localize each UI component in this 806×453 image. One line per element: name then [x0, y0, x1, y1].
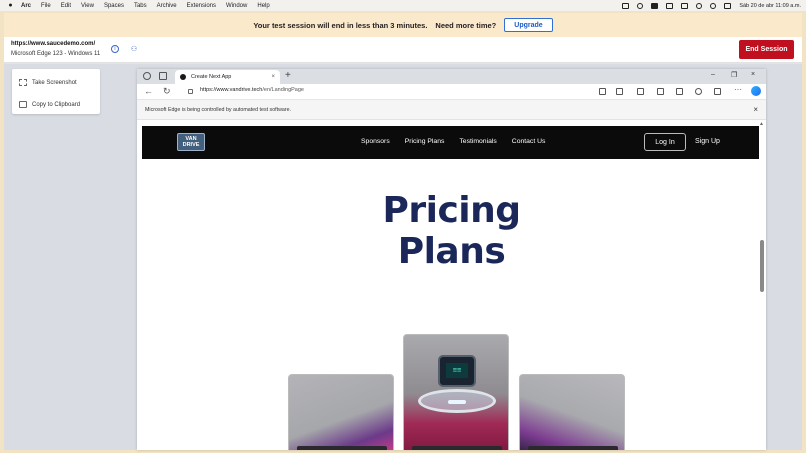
page-viewport: VAN DRIVE Sponsors Pricing Plans Testimo… [137, 120, 766, 450]
session-banner: Your test session will end in less than … [4, 13, 802, 37]
status-icon[interactable] [622, 2, 630, 9]
menu-tabs[interactable]: Tabs [134, 3, 147, 9]
profile-icon[interactable] [143, 72, 151, 80]
lock-icon[interactable] [188, 89, 193, 94]
tab-actions-icon[interactable] [159, 72, 167, 80]
menu-file[interactable]: File [41, 3, 51, 9]
banner-message: Your test session will end in less than … [253, 20, 428, 30]
device-screen: ≡≡ [446, 363, 468, 378]
session-url: https://www.saucedemo.com/ [11, 41, 96, 47]
copy-to-clipboard-button[interactable]: Copy to Clipboard [19, 101, 80, 108]
session-environment: Microsoft Edge 123 - Windows 11 [11, 51, 101, 57]
grid-icon[interactable] [666, 2, 674, 9]
menu-extensions[interactable]: Extensions [187, 3, 216, 9]
device-ring [418, 389, 496, 413]
nav-sponsors[interactable]: Sponsors [361, 138, 390, 145]
site-navbar: VAN DRIVE Sponsors Pricing Plans Testimo… [142, 126, 759, 159]
refresh-icon[interactable]: ↻ [163, 86, 171, 97]
logo-line-2: DRIVE [182, 142, 200, 148]
apple-icon[interactable]: ● [7, 2, 14, 9]
address-bar[interactable]: https://www.vandrive.tech/en/LandingPage [200, 87, 304, 93]
copy-to-clipboard-label: Copy to Clipboard [32, 101, 81, 108]
nav-pricing-plans[interactable]: Pricing Plans [405, 138, 445, 145]
split-screen-icon[interactable] [637, 88, 644, 95]
login-button[interactable]: Log In [644, 133, 686, 151]
restore-icon[interactable]: ❐ [731, 71, 737, 79]
infobar-close-icon[interactable]: × [753, 105, 758, 114]
screenshot-icon [19, 79, 27, 86]
address-path: /en/LandingPage [262, 87, 304, 93]
tools-panel: Take Screenshot Copy to Clipboard [12, 69, 100, 114]
menu-items: Arc File Edit View Spaces Tabs Archive E… [21, 3, 280, 9]
nav-contact-us[interactable]: Contact Us [512, 138, 546, 145]
pricing-heading: Pricing Plans [137, 190, 766, 272]
signup-link[interactable]: Sign Up [695, 138, 720, 145]
tab-bar: Create Next App × + – ❐ × [137, 69, 766, 84]
automation-infobar: Microsoft Edge is being controlled by au… [137, 100, 766, 120]
workspace: Take Screenshot Copy to Clipboard Create… [4, 64, 802, 450]
vandrive-logo[interactable]: VAN DRIVE [177, 133, 205, 151]
record-icon[interactable] [637, 2, 644, 9]
wifi-icon[interactable] [696, 2, 703, 9]
take-screenshot-button[interactable]: Take Screenshot [19, 79, 77, 86]
menu-help[interactable]: Help [257, 3, 269, 9]
heading-line-2: Plans [397, 231, 506, 272]
favorite-star-icon[interactable] [616, 88, 623, 95]
back-icon[interactable]: ← [144, 86, 153, 96]
session-header: https://www.saucedemo.com/ Microsoft Edg… [4, 37, 802, 63]
info-icon[interactable]: i [111, 45, 119, 53]
plan-card-footer [528, 446, 618, 450]
macos-menu-bar: ● Arc File Edit View Spaces Tabs Archive… [0, 0, 806, 11]
battery-icon[interactable] [681, 2, 689, 9]
product-device-image: ≡≡ [438, 355, 476, 387]
address-host: https://www.vandrive.tech [200, 87, 263, 93]
menu-app-name[interactable]: Arc [21, 3, 31, 9]
search-icon[interactable] [710, 2, 717, 9]
menu-view[interactable]: View [81, 3, 94, 9]
plan-card-footer [412, 446, 502, 450]
scrollbar-thumb[interactable] [760, 240, 764, 292]
upgrade-button[interactable]: Upgrade [504, 18, 553, 32]
favicon-icon [180, 74, 186, 80]
tab-create-next-app[interactable]: Create Next App × [175, 70, 280, 84]
menu-spaces[interactable]: Spaces [104, 3, 124, 9]
copilot-icon[interactable] [751, 86, 761, 96]
heading-line-1: Pricing [382, 190, 521, 231]
plan-card-center[interactable]: ≡≡ [403, 334, 509, 450]
status-area: Sáb 20 de abr 11:09 a.m. [622, 0, 801, 11]
read-aloud-icon[interactable] [599, 88, 606, 95]
control-center-icon[interactable] [724, 2, 732, 9]
banner-question: Need more time? [435, 20, 497, 30]
clipboard-icon [19, 101, 27, 108]
tab-close-icon[interactable]: × [271, 74, 275, 80]
tab-title: Create Next App [191, 74, 232, 80]
favorites-icon[interactable] [657, 88, 664, 95]
page-scrollbar[interactable]: ▲ [758, 120, 766, 450]
plan-card-right[interactable] [519, 374, 625, 450]
end-session-button[interactable]: End Session [739, 40, 794, 59]
nav-testimonials[interactable]: Testimonials [459, 138, 496, 145]
new-tab-button[interactable]: + [285, 70, 291, 81]
menu-archive[interactable]: Archive [157, 3, 177, 9]
browser-toolbar: ← ↻ https://www.vandrive.tech/en/Landing… [137, 84, 766, 100]
menu-edit[interactable]: Edit [61, 3, 71, 9]
window-close-icon[interactable]: × [751, 71, 755, 78]
more-options-icon[interactable]: ··· [734, 85, 742, 94]
infobar-text: Microsoft Edge is being controlled by au… [145, 106, 292, 113]
collections-icon[interactable] [676, 88, 683, 95]
remote-browser-window: Create Next App × + – ❐ × ← ↻ https://ww… [137, 69, 766, 450]
plan-card-footer [297, 446, 387, 450]
minimize-icon[interactable]: – [711, 71, 715, 78]
take-screenshot-label: Take Screenshot [32, 79, 77, 86]
plan-card-left[interactable] [288, 374, 394, 450]
cloud-icon[interactable] [651, 2, 659, 9]
menu-window[interactable]: Window [226, 3, 247, 9]
extensions-icon[interactable] [695, 88, 702, 95]
site-nav-links: Sponsors Pricing Plans Testimonials Cont… [361, 138, 545, 145]
share-icon[interactable]: ⚇ [130, 45, 138, 53]
scroll-up-icon[interactable]: ▲ [759, 121, 764, 127]
clock[interactable]: Sáb 20 de abr 11:09 a.m. [739, 3, 801, 9]
browser-essentials-icon[interactable] [714, 88, 721, 95]
